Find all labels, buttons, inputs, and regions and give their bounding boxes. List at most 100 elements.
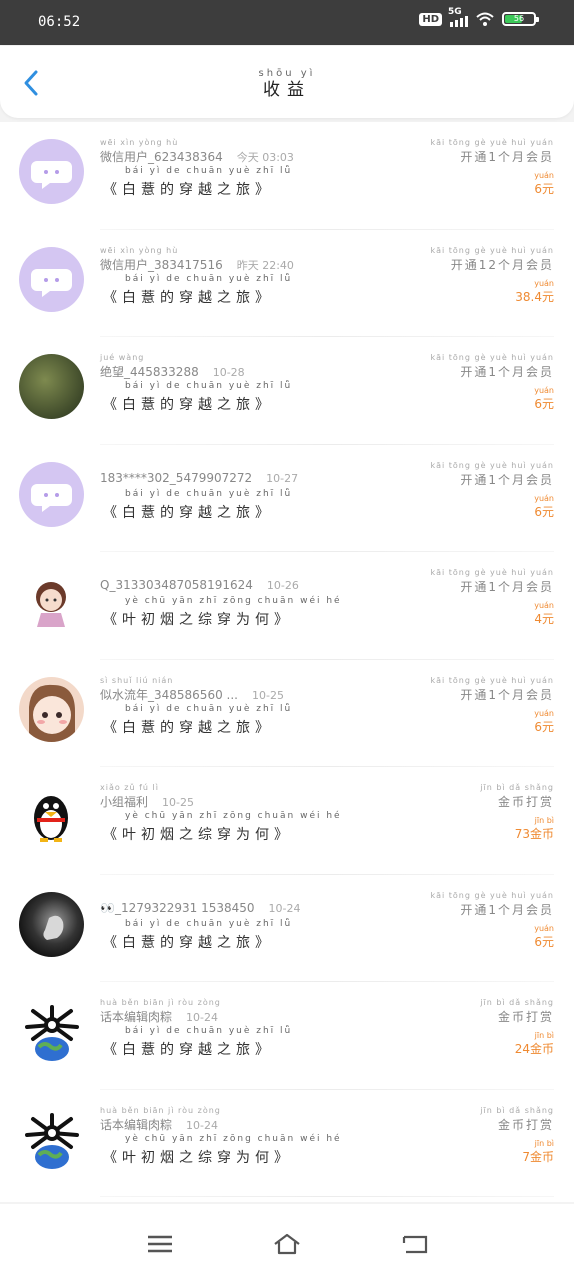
earning-amount-text: 7金币 xyxy=(522,1149,554,1164)
book-title-pinyin: yè chū yān zhī zōng chuān wéi hé xyxy=(125,596,342,606)
user-avatar[interactable] xyxy=(19,676,84,742)
earning-type-text: 开通1个月会员 xyxy=(460,472,554,487)
earning-type-text: 开通1个月会员 xyxy=(460,687,554,702)
earning-row[interactable]: huà běn biān jì ròu zòng 话本编辑肉粽 10-24 bái y… xyxy=(0,982,574,1090)
earning-type-pinyin: jīn bì dǎ shǎng xyxy=(480,1105,554,1115)
user-avatar[interactable] xyxy=(19,461,84,527)
user-avatar[interactable] xyxy=(19,246,84,312)
book-title[interactable]: bái yì de chuān yuè zhī lǚ 《白薏的穿越之旅》 xyxy=(103,381,290,414)
user-name-pinyin: jué wàng xyxy=(100,353,145,362)
user-name-pinyin: huà běn biān jì ròu zòng xyxy=(100,1105,221,1115)
book-title[interactable]: bái yì de chuān yuè zhī lǚ 《白薏的穿越之旅》 xyxy=(103,489,290,522)
book-title[interactable]: bái yì de chuān yuè zhī lǚ 《白薏的穿越之旅》 xyxy=(103,704,290,737)
user-name: 183****302_5479907272 xyxy=(100,470,253,485)
user-name-line: xiǎo zǔ fú lì 小组福利 10-25 xyxy=(100,783,194,810)
book-title-pinyin: bái yì de chuān yuè zhī lǚ xyxy=(125,273,293,284)
user-name: 话本编辑肉粽 xyxy=(100,1010,173,1024)
earning-amount-pinyin: jīn bì xyxy=(534,816,554,825)
book-title[interactable]: yè chū yān zhī zōng chuān wéi hé 《叶初烟之综穿为… xyxy=(103,811,340,844)
book-title[interactable]: yè chū yān zhī zōng chuān wéi hé 《叶初烟之综穿为… xyxy=(103,1134,340,1167)
earning-type-pinyin: kāi tōng gè yuè huì yuán xyxy=(430,460,554,470)
earning-row[interactable]: sì shuǐ liú nián 似水流年_348586560 ... 10-25 b… xyxy=(0,660,574,767)
page-title: shōu yì 收益 xyxy=(0,68,574,100)
book-title[interactable]: bái yì de chuān yuè zhī lǚ 《白薏的穿越之旅》 xyxy=(103,274,290,307)
earning-row[interactable]: wēi xìn yòng hù 微信用户_383417516 昨天 22:40 bái… xyxy=(0,230,574,337)
earning-row[interactable]: wēi xìn yòng hù 微信用户_623438364 今天 03:03 bái… xyxy=(0,122,574,230)
user-name-pinyin: huà běn biān jì ròu zòng xyxy=(100,998,221,1007)
system-nav-bar xyxy=(0,1204,574,1280)
earning-amount-pinyin: jīn bì xyxy=(534,1138,554,1148)
user-avatar[interactable] xyxy=(19,1106,84,1172)
earning-amount-pinyin: yuán xyxy=(534,493,554,503)
earning-amount: yuán 6元 xyxy=(534,171,554,197)
book-title[interactable]: bái yì de chuān yuè zhī lǚ 《白薏的穿越之旅》 xyxy=(103,919,290,952)
book-title-text: 《白薏的穿越之旅》 xyxy=(103,719,274,736)
earning-row[interactable]: huà běn biān jì ròu zòng 话本编辑肉粽 10-24 yè ch… xyxy=(0,1090,574,1197)
earning-type: kāi tōng gè yuè huì yuán 开通1个月会员 xyxy=(430,461,554,488)
earning-type-pinyin: kāi tōng gè yuè huì yuán xyxy=(430,245,554,255)
user-avatar[interactable] xyxy=(19,784,84,849)
user-name: 👀_1279322931 1538450 xyxy=(100,900,255,915)
record-date: 昨天 22:40 xyxy=(236,258,294,272)
book-title[interactable]: bái yì de chuān yuè zhī lǚ 《白薏的穿越之旅》 xyxy=(103,1026,290,1059)
user-name: 小组福利 xyxy=(100,795,149,809)
user-name-line: huà běn biān jì ròu zòng 话本编辑肉粽 10-24 xyxy=(100,1106,220,1133)
user-avatar[interactable] xyxy=(19,139,84,204)
earning-type: kāi tōng gè yuè huì yuán 开通1个月会员 xyxy=(430,138,554,165)
earning-amount-text: 6元 xyxy=(534,397,554,411)
earning-type-pinyin: kāi tōng gè yuè huì yuán xyxy=(430,353,554,362)
record-date: 10-25 xyxy=(162,796,194,809)
earning-type: jīn bì dǎ shǎng 金币打赏 xyxy=(480,783,554,810)
earning-type-pinyin: kāi tōng gè yuè huì yuán xyxy=(430,675,554,685)
record-date: 10-28 xyxy=(212,366,245,379)
user-name: 微信用户_623438364 xyxy=(100,150,223,164)
earning-amount-pinyin: yuán xyxy=(534,386,554,395)
earning-amount: jīn bì 73金币 xyxy=(515,816,554,842)
user-name-line: wēi xìn yòng hù 微信用户_623438364 今天 03:03 xyxy=(100,138,294,165)
user-name: 话本编辑肉粽 xyxy=(100,1117,173,1132)
user-name-pinyin: xiǎo zǔ fú lì xyxy=(100,783,159,792)
cellular-signal-icon: 5G xyxy=(448,7,468,27)
earning-row[interactable]: Q_313303487058191624 10-26 yè chū yān zhī … xyxy=(0,552,574,660)
book-title-text: 《白薏的穿越之旅》 xyxy=(103,504,274,521)
user-name-line: sì shuǐ liú nián 似水流年_348586560 ... 10-25 xyxy=(100,676,284,703)
book-title[interactable]: yè chū yān zhī zōng chuān wéi hé 《叶初烟之综穿为… xyxy=(103,596,340,629)
earning-row[interactable]: 👀_1279322931 1538450 10-24 bái yì de chuān… xyxy=(0,875,574,982)
book-title-pinyin: yè chū yān zhī zōng chuān wéi hé xyxy=(125,1133,342,1144)
user-avatar[interactable] xyxy=(19,354,84,419)
record-date: 10-24 xyxy=(186,1118,218,1132)
earning-type-pinyin: jīn bì dǎ shǎng xyxy=(480,783,554,792)
earning-type-text: 金币打赏 xyxy=(497,1117,554,1132)
book-title[interactable]: bái yì de chuān yuè zhī lǚ 《白薏的穿越之旅》 xyxy=(103,166,290,199)
earning-row[interactable]: 183****302_5479907272 10-27 bái yì de chuā… xyxy=(0,445,574,552)
hd-icon: HD xyxy=(419,12,442,26)
earning-amount: yuán 4元 xyxy=(534,601,554,627)
earning-type-pinyin: kāi tōng gè yuè huì yuán xyxy=(430,890,554,900)
user-avatar[interactable] xyxy=(19,569,84,634)
back-nav-icon[interactable] xyxy=(400,1232,430,1256)
earning-row[interactable]: xiǎo zǔ fú lì 小组福利 10-25 yè chū yān zhī zōn… xyxy=(0,767,574,875)
user-name: 微信用户_383417516 xyxy=(100,257,223,272)
earning-amount: yuán 6元 xyxy=(534,709,554,735)
home-icon[interactable] xyxy=(272,1232,302,1256)
book-title-text: 《叶初烟之综穿为何》 xyxy=(103,827,293,843)
earning-amount-text: 24金币 xyxy=(514,1042,554,1056)
book-title-text: 《白薏的穿越之旅》 xyxy=(103,934,274,951)
earning-type: kāi tōng gè yuè huì yuán 开通1个月会员 xyxy=(430,353,554,380)
status-time: 06:52 xyxy=(38,14,81,30)
menu-icon[interactable] xyxy=(145,1232,175,1256)
user-avatar[interactable] xyxy=(19,999,84,1064)
earning-type-text: 开通12个月会员 xyxy=(450,257,554,272)
book-title-text: 《白薏的穿越之旅》 xyxy=(103,1042,274,1058)
user-avatar[interactable] xyxy=(19,891,84,957)
battery-icon: 56 xyxy=(502,12,539,26)
earning-type-pinyin: kāi tōng gè yuè huì yuán xyxy=(430,568,554,577)
battery-level: 56 xyxy=(513,14,525,23)
earning-type: kāi tōng gè yuè huì yuán 开通1个月会员 xyxy=(430,568,554,595)
earning-row[interactable]: jué wàng 绝望_445833288 10-28 bái yì de chuān… xyxy=(0,337,574,445)
status-bar: 06:52 HD 5G 56 xyxy=(0,0,574,45)
record-date: 10-26 xyxy=(266,579,299,592)
user-name: Q_313303487058191624 xyxy=(100,578,253,592)
book-title-pinyin: bái yì de chuān yuè zhī lǚ xyxy=(125,1026,293,1036)
record-date: 10-27 xyxy=(266,471,299,485)
